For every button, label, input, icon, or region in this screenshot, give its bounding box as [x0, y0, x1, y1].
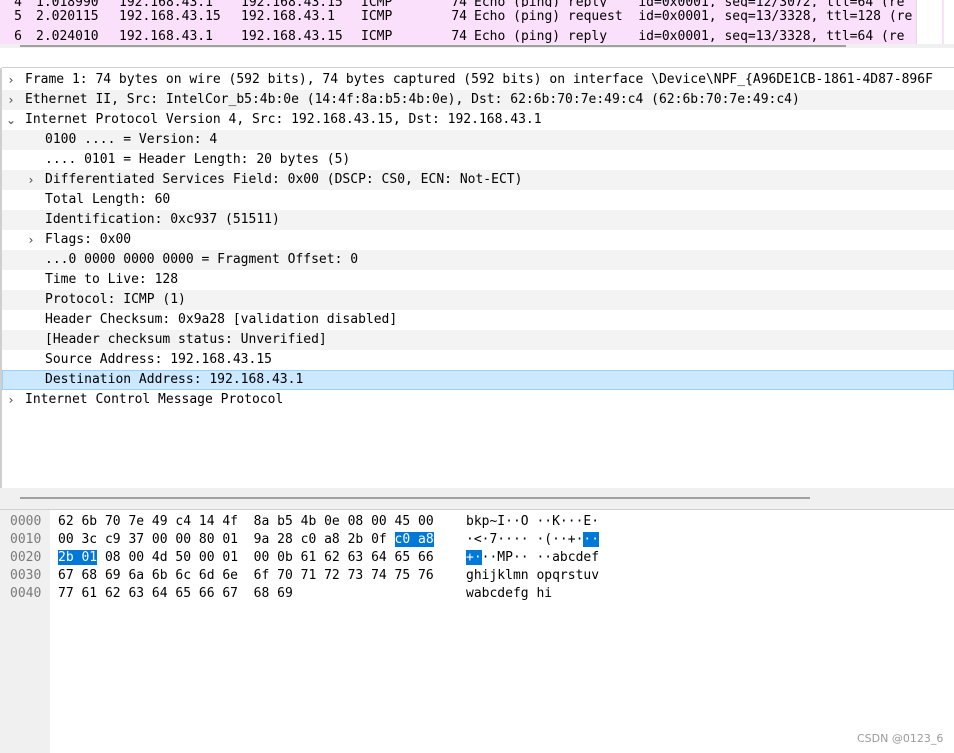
- tree-item-label: Frame 1: 74 bytes on wire (592 bits), 74…: [25, 72, 933, 87]
- tree-item-label: 0100 .... = Version: 4: [45, 132, 218, 147]
- tree-item-label: [Header checksum status: Unverified]: [45, 332, 327, 347]
- highlighted-bytes: 2b 01: [58, 550, 98, 565]
- byte-text: 62 6b 70 7e 49 c4 14 4f 8a b5 4b 0e 08 0…: [58, 514, 434, 529]
- packet-list-scroll-thumb[interactable]: [20, 45, 846, 47]
- byte-offset: 0020: [10, 550, 42, 565]
- tree-item[interactable]: › Ethernet II, Src: IntelCor_b5:4b:0e (14…: [2, 90, 954, 110]
- ascii-bytes[interactable]: +···MP·· ··abcdef: [466, 549, 599, 567]
- byte-offset: 0010: [10, 532, 42, 547]
- tree-item[interactable]: Identification: 0xc937 (51511): [2, 210, 954, 230]
- tree-item-label: Time to Live: 128: [45, 272, 179, 287]
- packet-info: Echo (ping) request id=0x0001, seq=13/33…: [474, 9, 913, 24]
- packet-time: 2.020115: [36, 9, 99, 24]
- packet-destination: 192.168.43.1: [241, 9, 335, 24]
- packet-list: 4 1.018990 192.168.43.1 192.168.43.15 ICMP 74…: [0, 0, 954, 48]
- tree-item-label: Protocol: ICMP (1): [45, 292, 186, 307]
- tree-item[interactable]: Protocol: ICMP (1): [2, 290, 954, 310]
- packet-list-vertical-scrollbar[interactable]: [916, 0, 942, 44]
- tree-item-label: Destination Address: 192.168.43.1: [45, 372, 304, 387]
- tree-item[interactable]: Source Address: 192.168.43.15: [2, 350, 954, 370]
- hex-bytes[interactable]: 77 61 62 63 64 65 66 67 68 69: [58, 585, 293, 603]
- tree-item-selected[interactable]: Destination Address: 192.168.43.1: [2, 370, 954, 390]
- byte-text: wabcdefg hi: [466, 586, 553, 601]
- chevron-right-icon[interactable]: ›: [5, 390, 17, 410]
- pane-splitter[interactable]: [0, 48, 954, 68]
- byte-text: 77 61 62 63 64 65 66 67 68 69: [58, 586, 293, 601]
- tree-item[interactable]: Total Length: 60: [2, 190, 954, 210]
- ascii-bytes[interactable]: wabcdefg hi: [466, 585, 552, 603]
- tree-item[interactable]: › Internet Control Message Protocol: [2, 390, 954, 410]
- tree-item-label: Total Length: 60: [45, 192, 171, 207]
- hex-bytes[interactable]: 62 6b 70 7e 49 c4 14 4f 8a b5 4b 0e 08 0…: [58, 513, 434, 531]
- ascii-bytes[interactable]: ghijklmn opqrstuv: [466, 567, 599, 585]
- packet-protocol: ICMP: [361, 9, 393, 24]
- byte-offset: 0000: [10, 514, 42, 529]
- packet-length: 74: [451, 9, 467, 24]
- tree-item-label: .... 0101 = Header Length: 20 bytes (5): [45, 152, 351, 167]
- chevron-right-icon[interactable]: ›: [25, 170, 37, 190]
- byte-text: 67 68 69 6a 6b 6c 6d 6e 6f 70 71 72 73 7…: [58, 568, 434, 583]
- hex-bytes[interactable]: 2b 01 08 00 4d 50 00 01 00 0b 61 62 63 6…: [58, 549, 434, 567]
- tree-item[interactable]: Header Checksum: 0x9a28 [validation disa…: [2, 310, 954, 330]
- tree-item[interactable]: ...0 0000 0000 0000 = Fragment Offset: 0: [2, 250, 954, 270]
- tree-item[interactable]: 0100 .... = Version: 4: [2, 130, 954, 150]
- tree-item-label: Ethernet II, Src: IntelCor_b5:4b:0e (14:…: [25, 92, 800, 107]
- tree-item[interactable]: Time to Live: 128: [2, 270, 954, 290]
- packet-details-tree: › Frame 1: 74 bytes on wire (592 bits), 7…: [0, 68, 954, 488]
- chevron-down-icon[interactable]: ⌄: [5, 110, 17, 130]
- highlighted-bytes: ··: [583, 532, 600, 547]
- ascii-bytes[interactable]: bkp~I··O ··K···E·: [466, 513, 599, 531]
- tree-item[interactable]: [Header checksum status: Unverified]: [2, 330, 954, 350]
- tree-item-label: ...0 0000 0000 0000 = Fragment Offset: 0: [45, 252, 359, 267]
- tree-item-label: Identification: 0xc937 (51511): [45, 212, 280, 227]
- tree-item[interactable]: ⌄ Internet Protocol Version 4, Src: 192.1…: [2, 110, 954, 130]
- byte-text: ··MP·· ··abcdef: [481, 550, 600, 565]
- packet-bytes: 0000 62 6b 70 7e 49 c4 14 4f 8a b5 4b 0e …: [0, 510, 954, 753]
- tree-item-label: Differentiated Services Field: 0x00 (DSC…: [45, 172, 523, 187]
- chevron-right-icon[interactable]: ›: [5, 70, 17, 90]
- chevron-right-icon[interactable]: ›: [5, 90, 17, 110]
- tree-item-label: Flags: 0x00: [45, 232, 132, 247]
- highlighted-bytes: c0 a8: [394, 532, 434, 547]
- watermark: CSDN @0123_6: [857, 732, 944, 745]
- chevron-right-icon[interactable]: ›: [25, 230, 37, 250]
- tree-item[interactable]: › Frame 1: 74 bytes on wire (592 bits), 7…: [2, 70, 954, 90]
- byte-text: ·<·7···· ·(··+·: [466, 532, 584, 547]
- ascii-bytes[interactable]: ·<·7···· ·(··+···: [466, 531, 600, 549]
- packet-source: 192.168.43.15: [119, 9, 221, 24]
- byte-offset: 0030: [10, 568, 42, 583]
- tree-item[interactable]: › Flags: 0x00: [2, 230, 954, 250]
- packet-row[interactable]: 5 2.020115 192.168.43.15 192.168.43.1 ICMP 74…: [0, 7, 944, 27]
- tree-item[interactable]: › Differentiated Services Field: 0x00 (DS…: [2, 170, 954, 190]
- tree-item-label: Source Address: 192.168.43.15: [45, 352, 272, 367]
- packet-details-horizontal-scrollbar[interactable]: [0, 488, 954, 510]
- hex-bytes[interactable]: 67 68 69 6a 6b 6c 6d 6e 6f 70 71 72 73 7…: [58, 567, 434, 585]
- byte-text: 08 00 4d 50 00 01 00 0b 61 62 63 64 65 6…: [97, 550, 434, 565]
- byte-text: ghijklmn opqrstuv: [466, 568, 600, 583]
- tree-item-label: Internet Protocol Version 4, Src: 192.16…: [25, 112, 542, 127]
- hex-bytes[interactable]: 00 3c c9 37 00 00 80 01 9a 28 c0 a8 2b 0…: [58, 531, 434, 549]
- highlighted-bytes: +·: [466, 550, 482, 565]
- packet-details-scroll-thumb[interactable]: [20, 497, 810, 499]
- tree-item-label: Header Checksum: 0x9a28 [validation disa…: [45, 312, 398, 327]
- byte-text: 00 3c c9 37 00 00 80 01 9a 28 c0 a8 2b 0…: [58, 532, 395, 547]
- tree-item-label: Internet Control Message Protocol: [25, 392, 284, 407]
- packet-number: 5: [14, 9, 22, 24]
- byte-offset: 0040: [10, 586, 42, 601]
- tree-item[interactable]: .... 0101 = Header Length: 20 bytes (5): [2, 150, 954, 170]
- byte-text: bkp~I··O ··K···E·: [466, 514, 600, 529]
